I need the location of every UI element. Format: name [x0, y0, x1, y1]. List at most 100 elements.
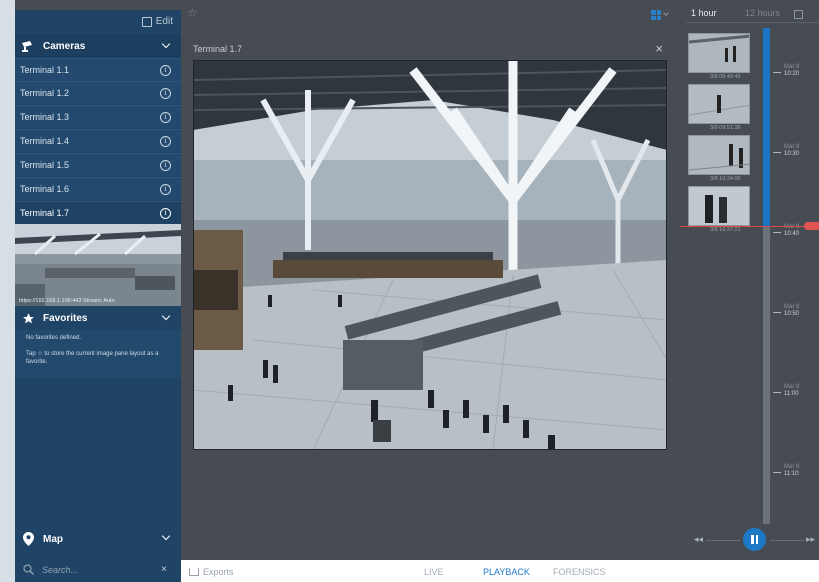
sidebar: Edit Cameras Terminal 1.1 i Terminal 1.2…	[15, 10, 181, 582]
edit-button[interactable]: Edit	[141, 16, 173, 27]
tick-mark	[773, 232, 781, 233]
chevron-down-icon	[161, 39, 171, 49]
edit-icon	[141, 16, 152, 27]
map-pin-icon	[21, 532, 35, 546]
tick-time: 10:30	[784, 151, 800, 157]
tick-mark	[773, 312, 781, 313]
camera-item-label: Terminal 1.7	[20, 208, 70, 218]
chevron-down-icon	[161, 531, 171, 541]
camera-item-terminal-1-4[interactable]: Terminal 1.4 i	[15, 129, 181, 152]
rewind-icon[interactable]: ◂◂	[694, 534, 703, 545]
camera-item-label: Terminal 1.3	[20, 112, 70, 122]
camera-item-label: Terminal 1.1	[20, 65, 70, 75]
camera-item-label: Terminal 1.6	[20, 184, 70, 194]
camera-item-terminal-1-7[interactable]: Terminal 1.7 i	[15, 201, 181, 224]
favorites-header[interactable]: Favorites	[15, 306, 181, 330]
preview-url: https://192.168.1.106:443 Stream: Auto	[19, 298, 115, 304]
favorites-panel: No favorites defined. Tap ☆ to store the…	[15, 330, 181, 378]
search-icon	[23, 563, 34, 577]
camera-item-terminal-1-5[interactable]: Terminal 1.5 i	[15, 153, 181, 176]
bottom-bar: Exports LIVE PLAYBACK FORENSICS	[181, 560, 819, 582]
playhead-line[interactable]	[680, 226, 819, 227]
camera-item-label: Terminal 1.2	[20, 88, 70, 98]
map-header-label: Map	[43, 533, 63, 545]
chevron-down-icon[interactable]	[663, 10, 669, 16]
export-icon	[189, 568, 199, 576]
favorites-hint-post: to store the current image pane layout a…	[26, 351, 159, 365]
info-icon[interactable]: i	[160, 88, 171, 99]
info-icon[interactable]: i	[160, 112, 171, 123]
favorites-hint-pre: Tap	[26, 351, 36, 357]
map-header[interactable]: Map	[15, 526, 181, 552]
tick-mark	[773, 392, 781, 393]
tick-time: 10:40	[784, 231, 800, 237]
event-thumbnail[interactable]	[688, 135, 750, 175]
range-1-hour[interactable]: 1 hour	[691, 8, 717, 18]
tick-mark	[773, 472, 781, 473]
tick-label: Mar 8 11:10	[784, 464, 799, 478]
chevron-down-icon	[161, 311, 171, 321]
favorites-header-label: Favorites	[43, 312, 88, 324]
pause-icon	[751, 535, 754, 544]
info-icon[interactable]: i	[160, 208, 171, 219]
preview-image	[15, 224, 181, 306]
close-icon[interactable]: ×	[655, 41, 663, 56]
layout-grid-icon[interactable]	[651, 10, 661, 20]
video-frame[interactable]	[193, 60, 667, 450]
range-12-hours[interactable]: 12 hours	[745, 8, 780, 18]
tick-date: Mar 8	[784, 64, 800, 70]
tick-date: Mar 8	[784, 384, 800, 390]
exports-button[interactable]: Exports	[189, 567, 234, 577]
tick-label: Mar 8 10:30	[784, 144, 799, 158]
tick-label: Mar 8 10:50	[784, 304, 799, 318]
exports-label: Exports	[203, 567, 234, 577]
tick-time: 10:50	[784, 311, 800, 317]
tab-playback[interactable]: PLAYBACK	[483, 567, 530, 577]
info-icon[interactable]: i	[160, 65, 171, 76]
clear-search-button[interactable]: ×	[161, 564, 167, 575]
tab-forensics[interactable]: FORENSICS	[553, 567, 606, 577]
left-gutter	[0, 0, 15, 582]
search-input[interactable]: Search... ×	[15, 558, 181, 582]
thumbnail-timestamp: 3/8 09:51:38	[710, 125, 741, 131]
pane-title: Terminal 1.7	[193, 44, 243, 54]
event-thumbnail[interactable]	[688, 84, 750, 124]
event-thumbnail[interactable]	[688, 33, 750, 73]
controls-divider	[770, 540, 804, 541]
camera-preview[interactable]: https://192.168.1.106:443 Stream: Auto	[15, 224, 181, 306]
timeline-divider	[686, 22, 819, 23]
timeline-recording-fill	[763, 28, 770, 226]
cameras-header[interactable]: Cameras	[15, 34, 181, 58]
tick-mark	[773, 152, 781, 153]
airport-terminal-image	[193, 60, 667, 450]
search-placeholder: Search...	[42, 565, 79, 575]
tab-live[interactable]: LIVE	[424, 567, 444, 577]
camera-item-terminal-1-1[interactable]: Terminal 1.1 i	[15, 58, 181, 81]
favorite-star-icon[interactable]: ☆	[187, 6, 198, 20]
video-pane[interactable]: Terminal 1.7 ×	[187, 40, 671, 452]
tick-time: 11:10	[784, 471, 799, 477]
tick-label: Mar 8 11:00	[784, 384, 799, 398]
info-icon[interactable]: i	[160, 136, 171, 147]
playhead-handle[interactable]	[804, 222, 819, 230]
camera-item-terminal-1-3[interactable]: Terminal 1.3 i	[15, 105, 181, 128]
star-icon	[21, 311, 35, 325]
camera-item-label: Terminal 1.5	[20, 160, 70, 170]
pause-button[interactable]	[743, 528, 766, 551]
camera-item-terminal-1-2[interactable]: Terminal 1.2 i	[15, 81, 181, 104]
tick-mark	[773, 72, 781, 73]
camera-item-terminal-1-6[interactable]: Terminal 1.6 i	[15, 177, 181, 200]
thumbnail-timestamp: 3/8 09:49:45	[710, 74, 741, 80]
tick-time: 11:00	[784, 391, 799, 397]
fast-forward-icon[interactable]: ▸▸	[806, 534, 815, 545]
info-icon[interactable]: i	[160, 184, 171, 195]
tick-date: Mar 8	[784, 464, 800, 470]
camera-item-label: Terminal 1.4	[20, 136, 70, 146]
export-icon[interactable]	[794, 10, 803, 19]
event-thumbnail[interactable]	[688, 186, 750, 226]
tick-time: 10:20	[784, 71, 800, 77]
info-icon[interactable]: i	[160, 160, 171, 171]
controls-divider	[706, 540, 740, 541]
sidebar-toolbar: Edit	[15, 10, 181, 34]
tick-date: Mar 8	[784, 304, 800, 310]
